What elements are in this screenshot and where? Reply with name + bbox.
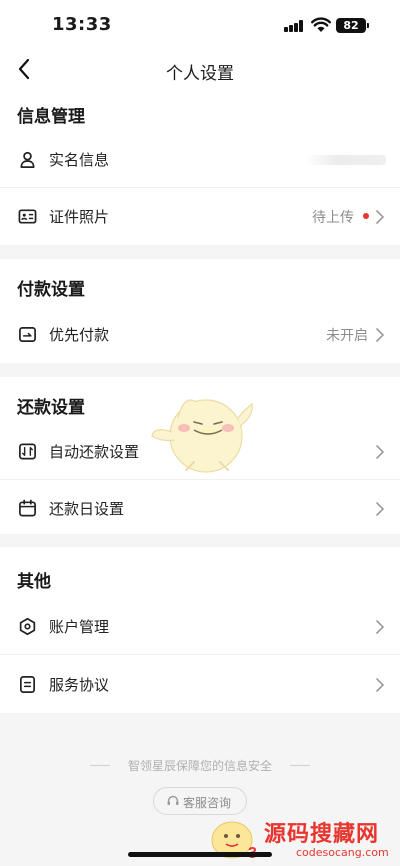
auto-repay-icon [19, 443, 36, 460]
row-label: 证件照片 [49, 208, 110, 226]
section-title-other: 其他 [17, 572, 51, 592]
row-label: 还款日设置 [49, 500, 125, 518]
watermark-text: 源码搜藏网 [264, 822, 380, 847]
row-repay-date[interactable]: 还款日设置 [0, 480, 400, 537]
row-value: 未开启 [326, 328, 368, 344]
row-label: 实名信息 [49, 151, 110, 169]
chevron-right-icon [376, 210, 384, 224]
chevron-right-icon [376, 328, 384, 342]
footer-line-right [290, 765, 310, 766]
row-label: 自动还款设置 [49, 443, 140, 461]
watermark-logo: 3 源码搜藏网 codesocang.com [204, 808, 400, 866]
row-label: 账户管理 [49, 618, 110, 636]
user-icon [20, 151, 35, 168]
battery-tip [367, 23, 369, 28]
notification-dot [363, 213, 369, 219]
section-other: 其他 账户管理 服务协议 [0, 547, 400, 713]
security-notice: 智领星辰保障您的信息安全 [127, 759, 272, 773]
chevron-right-icon [376, 678, 384, 692]
row-priority-payment[interactable]: 优先付款 未开启 [0, 306, 400, 363]
battery-icon: 82 [336, 18, 366, 33]
row-service-agreement[interactable]: 服务协议 [0, 656, 400, 713]
row-value: 待上传 [312, 210, 354, 226]
divider [0, 654, 400, 655]
chevron-right-icon [376, 620, 384, 634]
headset-icon [167, 795, 179, 805]
home-indicator [128, 852, 272, 857]
row-id-photo[interactable]: 证件照片 待上传 [0, 188, 400, 245]
row-real-name-info[interactable]: 实名信息 [0, 131, 400, 188]
settings-screen: 13:33 82 个人设置 信息管理 实名信息 证件照片 待上传 付款设置 优先… [0, 0, 400, 866]
section-title-payment: 付款设置 [17, 280, 85, 300]
status-time: 13:33 [52, 14, 112, 35]
watermark-url: codesocang.com [296, 846, 389, 859]
row-account-management[interactable]: 账户管理 [0, 598, 400, 655]
chevron-right-icon [376, 502, 384, 516]
page-title: 个人设置 [166, 64, 234, 84]
priority-payment-icon [19, 326, 36, 343]
cellular-signal-icon [284, 20, 306, 32]
section-info-management: 信息管理 实名信息 证件照片 待上传 [0, 88, 400, 245]
mascot-illustration [151, 399, 253, 473]
section-title-info: 信息管理 [17, 107, 85, 127]
nav-bar: 个人设置 [0, 50, 400, 88]
document-icon [19, 676, 36, 693]
row-label: 服务协议 [49, 676, 110, 694]
status-bar: 13:33 82 [0, 0, 400, 50]
chevron-right-icon [376, 445, 384, 459]
section-payment-settings: 付款设置 优先付款 未开启 [0, 259, 400, 363]
id-card-icon [18, 209, 37, 224]
row-label: 优先付款 [49, 326, 110, 344]
account-icon [19, 617, 36, 636]
calendar-icon [19, 499, 36, 517]
section-title-repayment: 还款设置 [17, 398, 85, 418]
masked-value [306, 155, 386, 165]
wifi-icon [311, 17, 331, 32]
